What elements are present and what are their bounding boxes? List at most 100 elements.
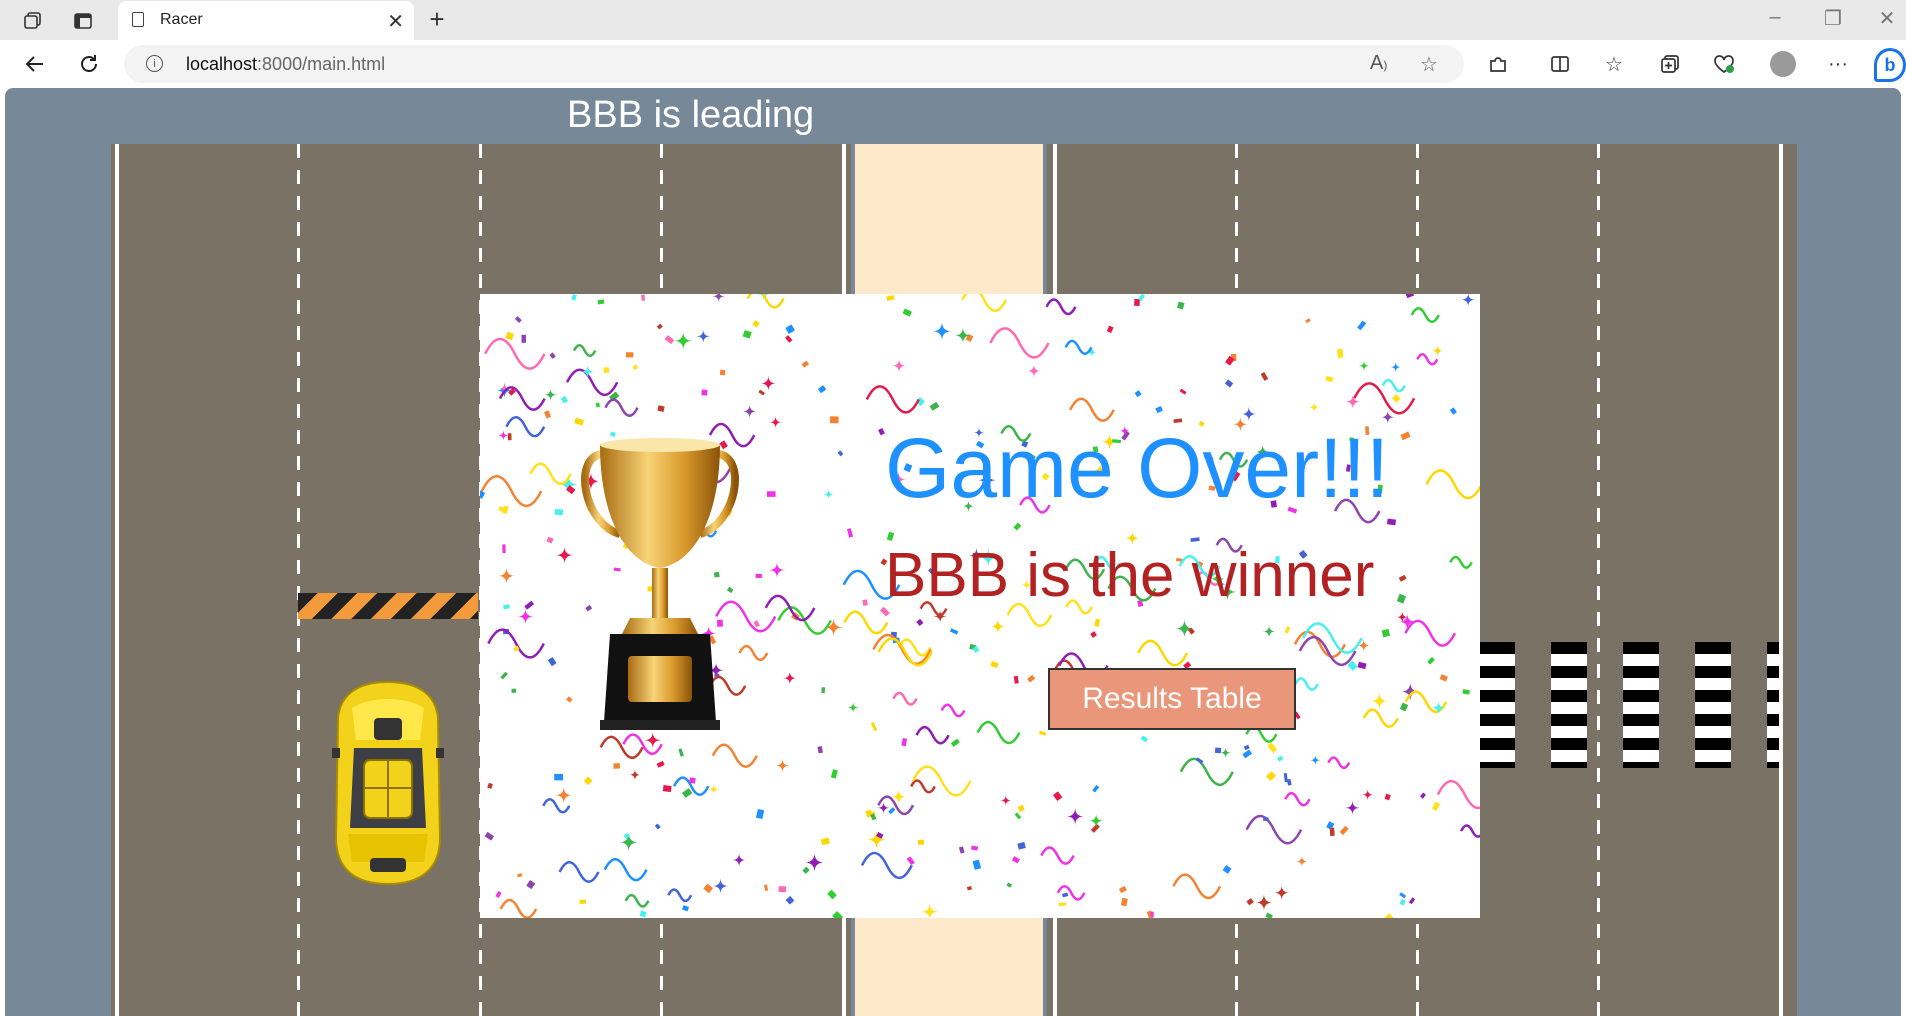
- confetti-piece: [966, 886, 972, 891]
- confetti-piece: [1266, 771, 1276, 781]
- confetti-streamer: [667, 888, 693, 903]
- confetti-piece: [823, 488, 835, 500]
- confetti-piece: [574, 417, 584, 426]
- confetti-piece: [487, 782, 493, 789]
- confetti-piece: [546, 536, 554, 544]
- tab-racer[interactable]: Racer ✕: [118, 1, 414, 40]
- confetti-streamer: [484, 337, 546, 370]
- confetti-piece: [629, 768, 641, 781]
- minimize-icon[interactable]: –: [1760, 6, 1790, 29]
- confetti-piece: [878, 428, 885, 436]
- workspaces-icon[interactable]: [16, 6, 50, 36]
- confetti-streamer: [1069, 397, 1115, 422]
- confetti-piece: [1038, 730, 1047, 736]
- back-icon[interactable]: [20, 50, 50, 78]
- confetti-piece: [1273, 885, 1290, 901]
- confetti-piece: [560, 395, 569, 404]
- confetti-piece: [1325, 376, 1334, 383]
- confetti-piece: [755, 573, 762, 578]
- confetti-piece: [990, 660, 999, 669]
- confetti-streamer: [487, 628, 545, 659]
- url-field[interactable]: i localhost:8000/main.html A) ☆: [124, 45, 1464, 83]
- confetti-piece: [1427, 656, 1435, 665]
- confetti-streamer: [872, 633, 932, 665]
- confetti-piece: [1431, 700, 1446, 716]
- confetti-streamer: [1245, 814, 1303, 845]
- collections-icon[interactable]: [1656, 50, 1684, 78]
- confetti-streamer: [976, 720, 1021, 745]
- confetti-piece: [1384, 793, 1391, 801]
- info-icon[interactable]: i: [146, 55, 163, 72]
- confetti-streamer: [565, 368, 619, 397]
- confetti-piece: [639, 910, 647, 918]
- confetti-piece: [547, 656, 557, 667]
- confetti-piece: [1431, 344, 1444, 357]
- confetti-piece: [1014, 812, 1022, 820]
- confetti-piece: [1384, 913, 1395, 918]
- lane-divider: [1597, 144, 1600, 1016]
- confetti-piece: [1219, 746, 1232, 759]
- confetti-piece: [954, 327, 972, 344]
- confetti-piece: [769, 415, 782, 429]
- confetti-piece: [932, 321, 952, 342]
- favorites-icon[interactable]: ☆: [1600, 50, 1628, 78]
- profile-icon[interactable]: [1770, 51, 1796, 77]
- confetti-piece: [830, 769, 838, 779]
- confetti-piece: [603, 367, 609, 373]
- confetti-piece: [1390, 361, 1401, 373]
- confetti-piece: [657, 405, 665, 412]
- confetti-piece: [1246, 898, 1254, 906]
- confetti-piece: [1177, 301, 1185, 310]
- confetti-streamer: [961, 294, 1008, 313]
- confetti-piece: [1386, 518, 1397, 526]
- confetti-streamer: [1362, 708, 1399, 728]
- tab-actions-icon[interactable]: [66, 6, 100, 36]
- confetti-piece: [1027, 674, 1036, 683]
- confetti-piece: [1150, 911, 1154, 917]
- confetti-streamer: [1064, 339, 1093, 356]
- road-edge-line: [115, 144, 119, 1016]
- browser-essentials-icon[interactable]: [1710, 50, 1738, 78]
- more-icon[interactable]: ···: [1824, 50, 1852, 78]
- close-window-icon[interactable]: ✕: [1872, 6, 1902, 31]
- refresh-icon[interactable]: [74, 50, 104, 78]
- confetti-piece: [681, 788, 693, 798]
- confetti-piece: [673, 331, 693, 351]
- tab-title: Racer: [160, 11, 203, 28]
- confetti-streamer: [915, 725, 950, 745]
- new-tab-icon[interactable]: +: [422, 4, 452, 35]
- hazard-barrier: [298, 593, 478, 619]
- confetti-piece: [902, 308, 912, 317]
- confetti-piece: [1134, 298, 1140, 307]
- confetti-piece: [1462, 689, 1470, 695]
- confetti-streamer: [1425, 469, 1480, 500]
- confetti-piece: [641, 294, 645, 301]
- confetti-piece: [742, 330, 752, 339]
- confetti-piece: [517, 873, 523, 878]
- confetti-piece: [484, 831, 495, 841]
- confetti-piece: [1090, 823, 1100, 833]
- game-over-dialog: Game Over!!! BBB is the winner Results T…: [480, 294, 1480, 918]
- confetti-streamer: [1436, 779, 1480, 810]
- read-aloud-icon[interactable]: A): [1370, 52, 1387, 75]
- restore-icon[interactable]: ❐: [1818, 6, 1848, 31]
- confetti-piece: [918, 839, 925, 845]
- confetti-piece: [696, 329, 711, 344]
- confetti-piece: [497, 567, 516, 585]
- close-icon[interactable]: ✕: [387, 9, 404, 34]
- confetti-piece: [495, 890, 502, 898]
- confetti-piece: [1405, 294, 1415, 299]
- confetti-streamer: [1045, 298, 1077, 316]
- confetti-streamer: [910, 779, 936, 794]
- confetti-piece: [1308, 401, 1320, 413]
- split-screen-icon[interactable]: [1546, 50, 1574, 78]
- copilot-icon[interactable]: b: [1874, 48, 1906, 82]
- confetti-piece: [785, 895, 795, 905]
- favorite-icon[interactable]: ☆: [1420, 52, 1438, 77]
- confetti-piece: [760, 375, 777, 392]
- extensions-icon[interactable]: [1484, 50, 1512, 78]
- confetti-piece: [662, 785, 672, 793]
- confetti-piece: [830, 416, 839, 424]
- results-table-button[interactable]: Results Table: [1048, 668, 1296, 730]
- confetti-piece: [1120, 897, 1128, 907]
